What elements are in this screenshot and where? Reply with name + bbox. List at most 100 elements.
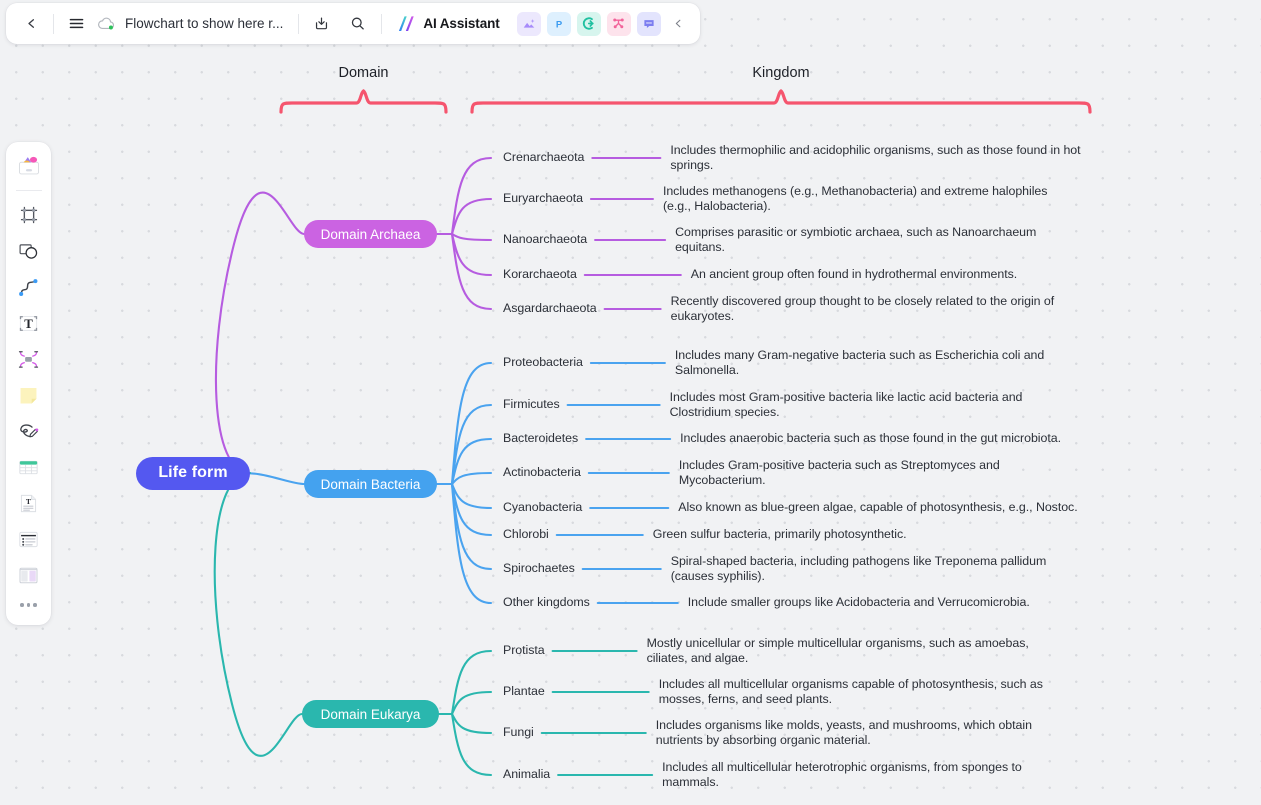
mindmap-app-icon[interactable] bbox=[576, 11, 601, 36]
domain-brace-label[interactable]: Domain bbox=[339, 65, 389, 81]
shapes-library-tool[interactable] bbox=[12, 150, 46, 184]
trunk-edge-eukarya bbox=[213, 471, 304, 757]
frame-tool[interactable] bbox=[12, 198, 46, 232]
mindmap-leaf-node[interactable]: Korarchaeota bbox=[503, 267, 577, 281]
mindmap-app-window: Life form Domain Archaea Domain Bacteria Do… bbox=[0, 0, 1261, 805]
leaf-edge-bacteria-7 bbox=[450, 482, 493, 605]
container-tool[interactable] bbox=[12, 342, 46, 376]
leaf-edge-archaea-3 bbox=[450, 232, 493, 277]
mindmap-leaf-description[interactable]: Spiral-shaped bacteria, including pathog… bbox=[671, 554, 1051, 585]
mindmap-leaf-description[interactable]: Recently discovered group thought to be … bbox=[671, 294, 1071, 325]
leaf-edge-eukarya-3 bbox=[450, 712, 493, 777]
mindmap-leaf-description[interactable]: An ancient group often found in hydrothe… bbox=[691, 267, 1021, 282]
mindmap-leaf-description[interactable]: Includes anaerobic bacteria such as thos… bbox=[680, 431, 1068, 446]
trunk-edge-archaea bbox=[214, 191, 306, 475]
mindmap-leaf-node[interactable]: Cyanobacteria bbox=[503, 500, 582, 514]
mindmap-leaf-node[interactable]: Proteobacteria bbox=[503, 355, 583, 369]
ai-assistant-button[interactable]: AI Assistant bbox=[394, 10, 506, 37]
leaf-edge-archaea-0 bbox=[450, 156, 493, 236]
mindmap-leaf-description[interactable]: Include smaller groups like Acidobacteri… bbox=[688, 595, 1158, 610]
ai-sparkle-logo-icon bbox=[398, 14, 418, 33]
ai-assistant-label: AI Assistant bbox=[423, 16, 500, 31]
collapse-toolbar-button[interactable] bbox=[667, 11, 691, 37]
hamburger-menu-button[interactable] bbox=[61, 9, 91, 39]
mindmap-leaf-description[interactable]: Includes methanogens (e.g., Methanobacte… bbox=[663, 184, 1055, 215]
connector-tool[interactable] bbox=[12, 270, 46, 304]
mindmap-leaf-node[interactable]: Protista bbox=[503, 643, 545, 657]
leaf-edge-bacteria-1 bbox=[450, 403, 493, 486]
mindmap-leaf-node[interactable]: Plantae bbox=[503, 684, 545, 698]
layout-tool[interactable] bbox=[12, 558, 46, 592]
sticky-note-tool[interactable] bbox=[12, 378, 46, 412]
document-tool[interactable]: T bbox=[12, 486, 46, 520]
mindmap-leaf-description[interactable]: Includes many Gram-negative bacteria suc… bbox=[675, 348, 1053, 379]
toolbar-divider-2 bbox=[298, 13, 300, 34]
mindmap-leaf-node[interactable]: Nanoarchaeota bbox=[503, 232, 587, 246]
mindmap-leaf-node[interactable]: Animalia bbox=[503, 767, 550, 781]
mindmap-leaf-node[interactable]: Spirochaetes bbox=[503, 561, 575, 575]
svg-text:T: T bbox=[24, 317, 33, 331]
mindmap-root-node[interactable]: Life form bbox=[136, 456, 250, 490]
mindmap-leaf-description[interactable]: Includes organisms like molds, yeasts, a… bbox=[656, 718, 1036, 749]
leaf-edge-bacteria-4 bbox=[450, 482, 493, 510]
svg-text:P: P bbox=[556, 19, 562, 30]
root-node-label: Life form bbox=[158, 464, 228, 481]
cloud-saved-icon bbox=[97, 14, 116, 33]
mindmap-leaf-description[interactable]: Includes most Gram-positive bacteria lik… bbox=[670, 390, 1032, 421]
mindmap-leaf-node[interactable]: Chlorobi bbox=[503, 527, 549, 541]
leaf-edge-archaea-2 bbox=[450, 232, 493, 242]
leaf-edge-eukarya-2 bbox=[450, 712, 493, 735]
network-app-icon[interactable] bbox=[606, 11, 631, 36]
svg-text:T: T bbox=[26, 496, 31, 505]
mindmap-leaf-description[interactable]: Also known as blue-green algae, capable … bbox=[678, 500, 1218, 515]
leaf-edge-bacteria-0 bbox=[450, 361, 493, 486]
mindmap-leaf-description[interactable]: Comprises parasitic or symbiotic archaea… bbox=[675, 225, 1049, 256]
toolbar-divider bbox=[53, 13, 54, 34]
leaf-edge-eukarya-1 bbox=[450, 690, 493, 716]
mindmap-leaf-description[interactable]: Mostly unicellular or simple multicellul… bbox=[647, 636, 1033, 667]
mindmap-leaf-node[interactable]: Fungi bbox=[503, 725, 534, 739]
mindmap-leaf-description[interactable]: Green sulfur bacteria, primarily photosy… bbox=[653, 527, 915, 542]
kingdom-brace bbox=[470, 89, 1092, 114]
search-button[interactable] bbox=[342, 9, 372, 39]
mindmap-leaf-description[interactable]: Includes thermophilic and acidophilic or… bbox=[670, 143, 1092, 174]
download-button[interactable] bbox=[306, 9, 336, 39]
branch-node-label: Domain Bacteria bbox=[320, 476, 421, 492]
mindmap-leaf-node[interactable]: Other kingdoms bbox=[503, 595, 590, 609]
top-toolbar: Flowchart to show here r... AI Assistant… bbox=[6, 3, 700, 44]
app-shortcut-icons: P bbox=[516, 11, 661, 36]
mindmap-leaf-node[interactable]: Euryarchaeota bbox=[503, 191, 583, 205]
mindmap-leaf-description[interactable]: Includes all multicellular heterotrophic… bbox=[662, 760, 1030, 791]
mindmap-leaf-description[interactable]: Includes all multicellular organisms cap… bbox=[659, 677, 1051, 708]
mindmap-leaf-node[interactable]: Bacteroidetes bbox=[503, 431, 578, 445]
mindmap-leaf-node[interactable]: Crenarchaeota bbox=[503, 150, 584, 164]
list-tool[interactable] bbox=[12, 522, 46, 556]
mindmap-leaf-node[interactable]: Firmicutes bbox=[503, 397, 560, 411]
leaf-edge-archaea-1 bbox=[450, 197, 493, 236]
mindmap-leaf-node[interactable]: Asgardarchaeota bbox=[503, 301, 597, 315]
mindmap-leaf-description[interactable]: Includes Gram-positive bacteria such as … bbox=[679, 458, 1007, 489]
mindmap-branch-node-archaea[interactable]: Domain Archaea bbox=[304, 220, 437, 248]
leaf-edge-bacteria-5 bbox=[450, 482, 493, 537]
pen-tool[interactable] bbox=[12, 414, 46, 448]
leaf-edge-bacteria-3 bbox=[450, 471, 493, 486]
leaf-edge-eukarya-0 bbox=[450, 649, 493, 716]
leaf-edge-archaea-4 bbox=[450, 232, 493, 311]
mindmap-leaf-node[interactable]: Actinobacteria bbox=[503, 465, 581, 479]
image-app-icon[interactable] bbox=[516, 11, 541, 36]
mindmap-canvas[interactable]: Life form Domain Archaea Domain Bacteria Do… bbox=[0, 0, 1261, 805]
table-tool[interactable] bbox=[12, 450, 46, 484]
mindmap-edges bbox=[213, 89, 1092, 777]
more-options-icon[interactable] bbox=[12, 594, 46, 616]
presentation-app-icon[interactable]: P bbox=[546, 11, 571, 36]
document-title[interactable]: Flowchart to show here r... bbox=[121, 13, 287, 34]
kingdom-brace-label[interactable]: Kingdom bbox=[752, 65, 809, 81]
branch-node-label: Domain Archaea bbox=[320, 226, 421, 242]
comment-app-icon[interactable] bbox=[636, 11, 661, 36]
text-tool[interactable]: T bbox=[12, 306, 46, 340]
back-button[interactable] bbox=[16, 9, 46, 39]
mindmap-branch-node-bacteria[interactable]: Domain Bacteria bbox=[304, 470, 437, 498]
mindmap-branch-node-eukarya[interactable]: Domain Eukarya bbox=[302, 700, 439, 728]
rail-divider bbox=[15, 190, 42, 191]
shape-tool[interactable] bbox=[12, 234, 46, 268]
